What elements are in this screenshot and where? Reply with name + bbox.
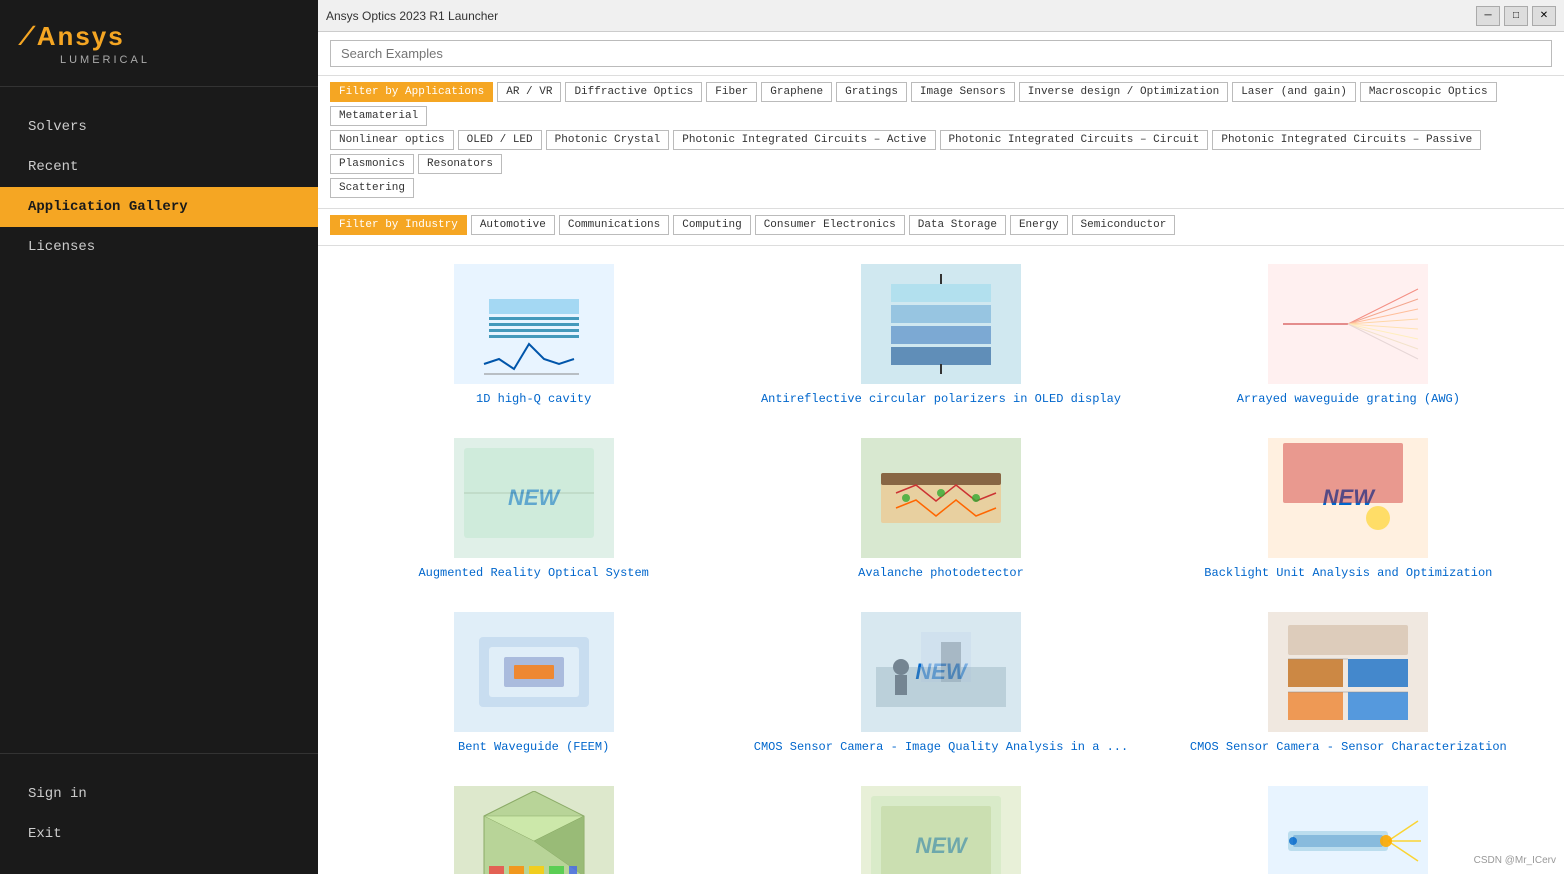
gallery-title-bent-wg: Bent Waveguide (FEEM) (458, 740, 609, 754)
gallery-thumb-cmos2 (1268, 612, 1428, 732)
minimize-button[interactable]: ─ (1476, 6, 1500, 26)
filter-tag-scattering[interactable]: Scattering (330, 178, 414, 198)
filter-tag-inverse-design[interactable]: Inverse design / Optimization (1019, 82, 1228, 102)
gallery-thumb-backlight: NEW (1268, 438, 1428, 558)
filter-tag-gratings[interactable]: Gratings (836, 82, 907, 102)
gallery-item-antireflective[interactable]: Antireflective circular polarizers in OL… (745, 256, 1136, 414)
sidebar: ∕ Ansys LUMERICAL Solvers Recent Applica… (0, 0, 318, 874)
gallery-title-1d-cavity: 1D high-Q cavity (476, 392, 591, 406)
title-bar-controls: ─ □ ✕ (1476, 6, 1556, 26)
filter-tag-computing[interactable]: Computing (673, 215, 750, 235)
logo-icon: ∕ (24, 20, 29, 52)
gallery-thumb-antirefl (861, 264, 1021, 384)
gallery-item-cmos2[interactable]: CMOS Sensor Camera - Sensor Characteriza… (1153, 604, 1544, 762)
gallery-grid: 1D high-Q cavity Antireflective c (338, 256, 1544, 874)
sidebar-item-solvers[interactable]: Solvers (0, 107, 318, 147)
filter-industry-label[interactable]: Filter by Industry (330, 215, 467, 235)
filter-tag-pic-circuit[interactable]: Photonic Integrated Circuits – Circuit (940, 130, 1209, 150)
gallery-title-awg: Arrayed waveguide grating (AWG) (1237, 392, 1460, 406)
filter-applications-section: Filter by Applications AR / VR Diffracti… (318, 76, 1564, 209)
gallery-thumb-row4-1 (454, 786, 614, 874)
title-bar: Ansys Optics 2023 R1 Launcher ─ □ ✕ (318, 0, 1564, 32)
filter-tag-diffractive[interactable]: Diffractive Optics (565, 82, 702, 102)
title-bar-text: Ansys Optics 2023 R1 Launcher (326, 9, 498, 23)
filter-applications-row1: Filter by Applications AR / VR Diffracti… (330, 82, 1552, 126)
gallery-item-row4-2[interactable]: NEW (745, 778, 1136, 874)
filter-tag-semiconductor[interactable]: Semiconductor (1072, 215, 1176, 235)
filter-tag-resonators[interactable]: Resonators (418, 154, 502, 174)
filter-tag-pic-active[interactable]: Photonic Integrated Circuits – Active (673, 130, 935, 150)
sidebar-logo: ∕ Ansys LUMERICAL (0, 0, 318, 87)
filter-industry-section: Filter by Industry Automotive Communicat… (318, 209, 1564, 246)
gallery-item-row4-1[interactable] (338, 778, 729, 874)
filter-tag-image-sensors[interactable]: Image Sensors (911, 82, 1015, 102)
gallery-thumb-ar-optical: NEW (454, 438, 614, 558)
logo-container: ∕ Ansys (24, 20, 294, 52)
search-bar (318, 32, 1564, 76)
gallery-thumb-awg (1268, 264, 1428, 384)
sidebar-item-sign-in[interactable]: Sign in (0, 774, 318, 814)
gallery-title-cmos1: CMOS Sensor Camera - Image Quality Analy… (754, 740, 1128, 754)
gallery-item-cmos1[interactable]: NEW CMOS Sensor Camera - Image Quality A… (745, 604, 1136, 762)
filter-tag-oled[interactable]: OLED / LED (458, 130, 542, 150)
sidebar-nav: Solvers Recent Application Gallery Licen… (0, 87, 318, 753)
filter-tag-ar-vr[interactable]: AR / VR (497, 82, 561, 102)
gallery-title-cmos2: CMOS Sensor Camera - Sensor Characteriza… (1190, 740, 1507, 754)
filter-tag-macroscopic[interactable]: Macroscopic Optics (1360, 82, 1497, 102)
filter-tag-photonic-crystal[interactable]: Photonic Crystal (546, 130, 670, 150)
filter-industry-row: Filter by Industry Automotive Communicat… (330, 215, 1552, 235)
gallery-thumb-row4-3 (1268, 786, 1428, 874)
filter-tag-laser[interactable]: Laser (and gain) (1232, 82, 1356, 102)
filter-tag-energy[interactable]: Energy (1010, 215, 1068, 235)
logo-subtext: LUMERICAL (24, 54, 294, 66)
maximize-button[interactable]: □ (1504, 6, 1528, 26)
sidebar-item-recent[interactable]: Recent (0, 147, 318, 187)
filter-applications-row3: Scattering (330, 178, 1552, 198)
gallery-thumb-avalanche (861, 438, 1021, 558)
filter-applications-row2: Nonlinear optics OLED / LED Photonic Cry… (330, 130, 1552, 174)
filter-tag-communications[interactable]: Communications (559, 215, 669, 235)
filter-tag-plasmonics[interactable]: Plasmonics (330, 154, 414, 174)
gallery-title-ar-optical: Augmented Reality Optical System (418, 566, 648, 580)
gallery-item-ar-optical[interactable]: NEW Augmented Reality Optical System (338, 430, 729, 588)
logo-text: Ansys (37, 21, 125, 52)
filter-tag-metamaterial[interactable]: Metamaterial (330, 106, 427, 126)
gallery-thumb-cmos1: NEW (861, 612, 1021, 732)
gallery-thumb-1d-cavity (454, 264, 614, 384)
search-input[interactable] (330, 40, 1552, 67)
gallery-title-backlight: Backlight Unit Analysis and Optimization (1204, 566, 1492, 580)
sidebar-item-exit[interactable]: Exit (0, 814, 318, 854)
watermark: CSDN @Mr_ICerv (1474, 855, 1556, 866)
filter-applications-label[interactable]: Filter by Applications (330, 82, 493, 102)
gallery-item-avalanche[interactable]: Avalanche photodetector (745, 430, 1136, 588)
main-content: Ansys Optics 2023 R1 Launcher ─ □ ✕ Filt… (318, 0, 1564, 874)
gallery-title-antireflective: Antireflective circular polarizers in OL… (761, 392, 1121, 406)
gallery-thumb-bent-wg (454, 612, 614, 732)
filter-tag-automotive[interactable]: Automotive (471, 215, 555, 235)
gallery-item-backlight[interactable]: NEW Backlight Unit Analysis and Optimiza… (1153, 430, 1544, 588)
filter-tag-nonlinear[interactable]: Nonlinear optics (330, 130, 454, 150)
sidebar-footer: Sign in Exit (0, 753, 318, 874)
gallery-item-awg[interactable]: Arrayed waveguide grating (AWG) (1153, 256, 1544, 414)
close-button[interactable]: ✕ (1532, 6, 1556, 26)
sidebar-item-application-gallery[interactable]: Application Gallery (0, 187, 318, 227)
gallery-item-bent-wg[interactable]: Bent Waveguide (FEEM) (338, 604, 729, 762)
gallery-item-1d-cavity[interactable]: 1D high-Q cavity (338, 256, 729, 414)
filter-tag-pic-passive[interactable]: Photonic Integrated Circuits – Passive (1212, 130, 1481, 150)
gallery-thumb-row4-2: NEW (861, 786, 1021, 874)
filter-tag-graphene[interactable]: Graphene (761, 82, 832, 102)
filter-tag-data-storage[interactable]: Data Storage (909, 215, 1006, 235)
gallery-container: 1D high-Q cavity Antireflective c (318, 246, 1564, 874)
sidebar-item-licenses[interactable]: Licenses (0, 227, 318, 267)
filter-tag-fiber[interactable]: Fiber (706, 82, 757, 102)
filter-tag-consumer-electronics[interactable]: Consumer Electronics (755, 215, 905, 235)
gallery-title-avalanche: Avalanche photodetector (858, 566, 1024, 580)
